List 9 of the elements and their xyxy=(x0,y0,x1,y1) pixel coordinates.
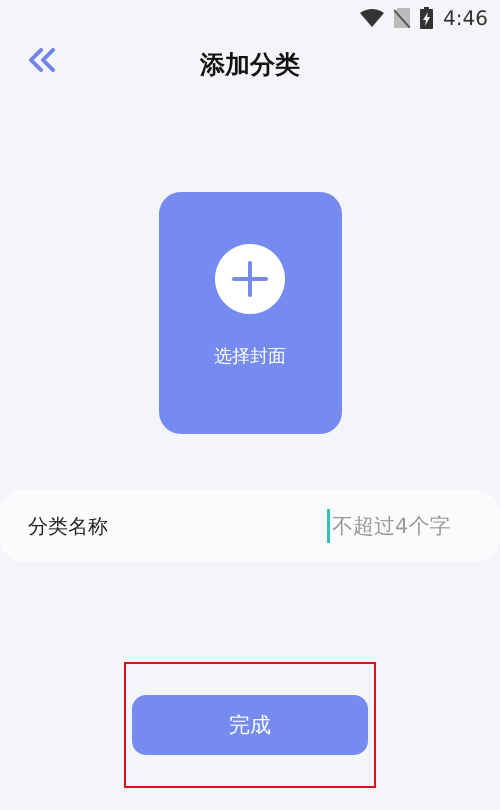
cover-picker[interactable]: 选择封面 xyxy=(158,192,342,434)
input-field[interactable]: 不超过4个字 xyxy=(330,513,472,539)
wifi-icon xyxy=(360,9,384,27)
no-sim-icon xyxy=(394,8,410,28)
field-label: 分类名称 xyxy=(28,512,109,540)
battery-charging-icon xyxy=(420,7,434,29)
done-button[interactable]: 完成 xyxy=(132,695,368,755)
page-title: 添加分类 xyxy=(200,48,300,80)
status-time: 4:46 xyxy=(443,6,488,30)
